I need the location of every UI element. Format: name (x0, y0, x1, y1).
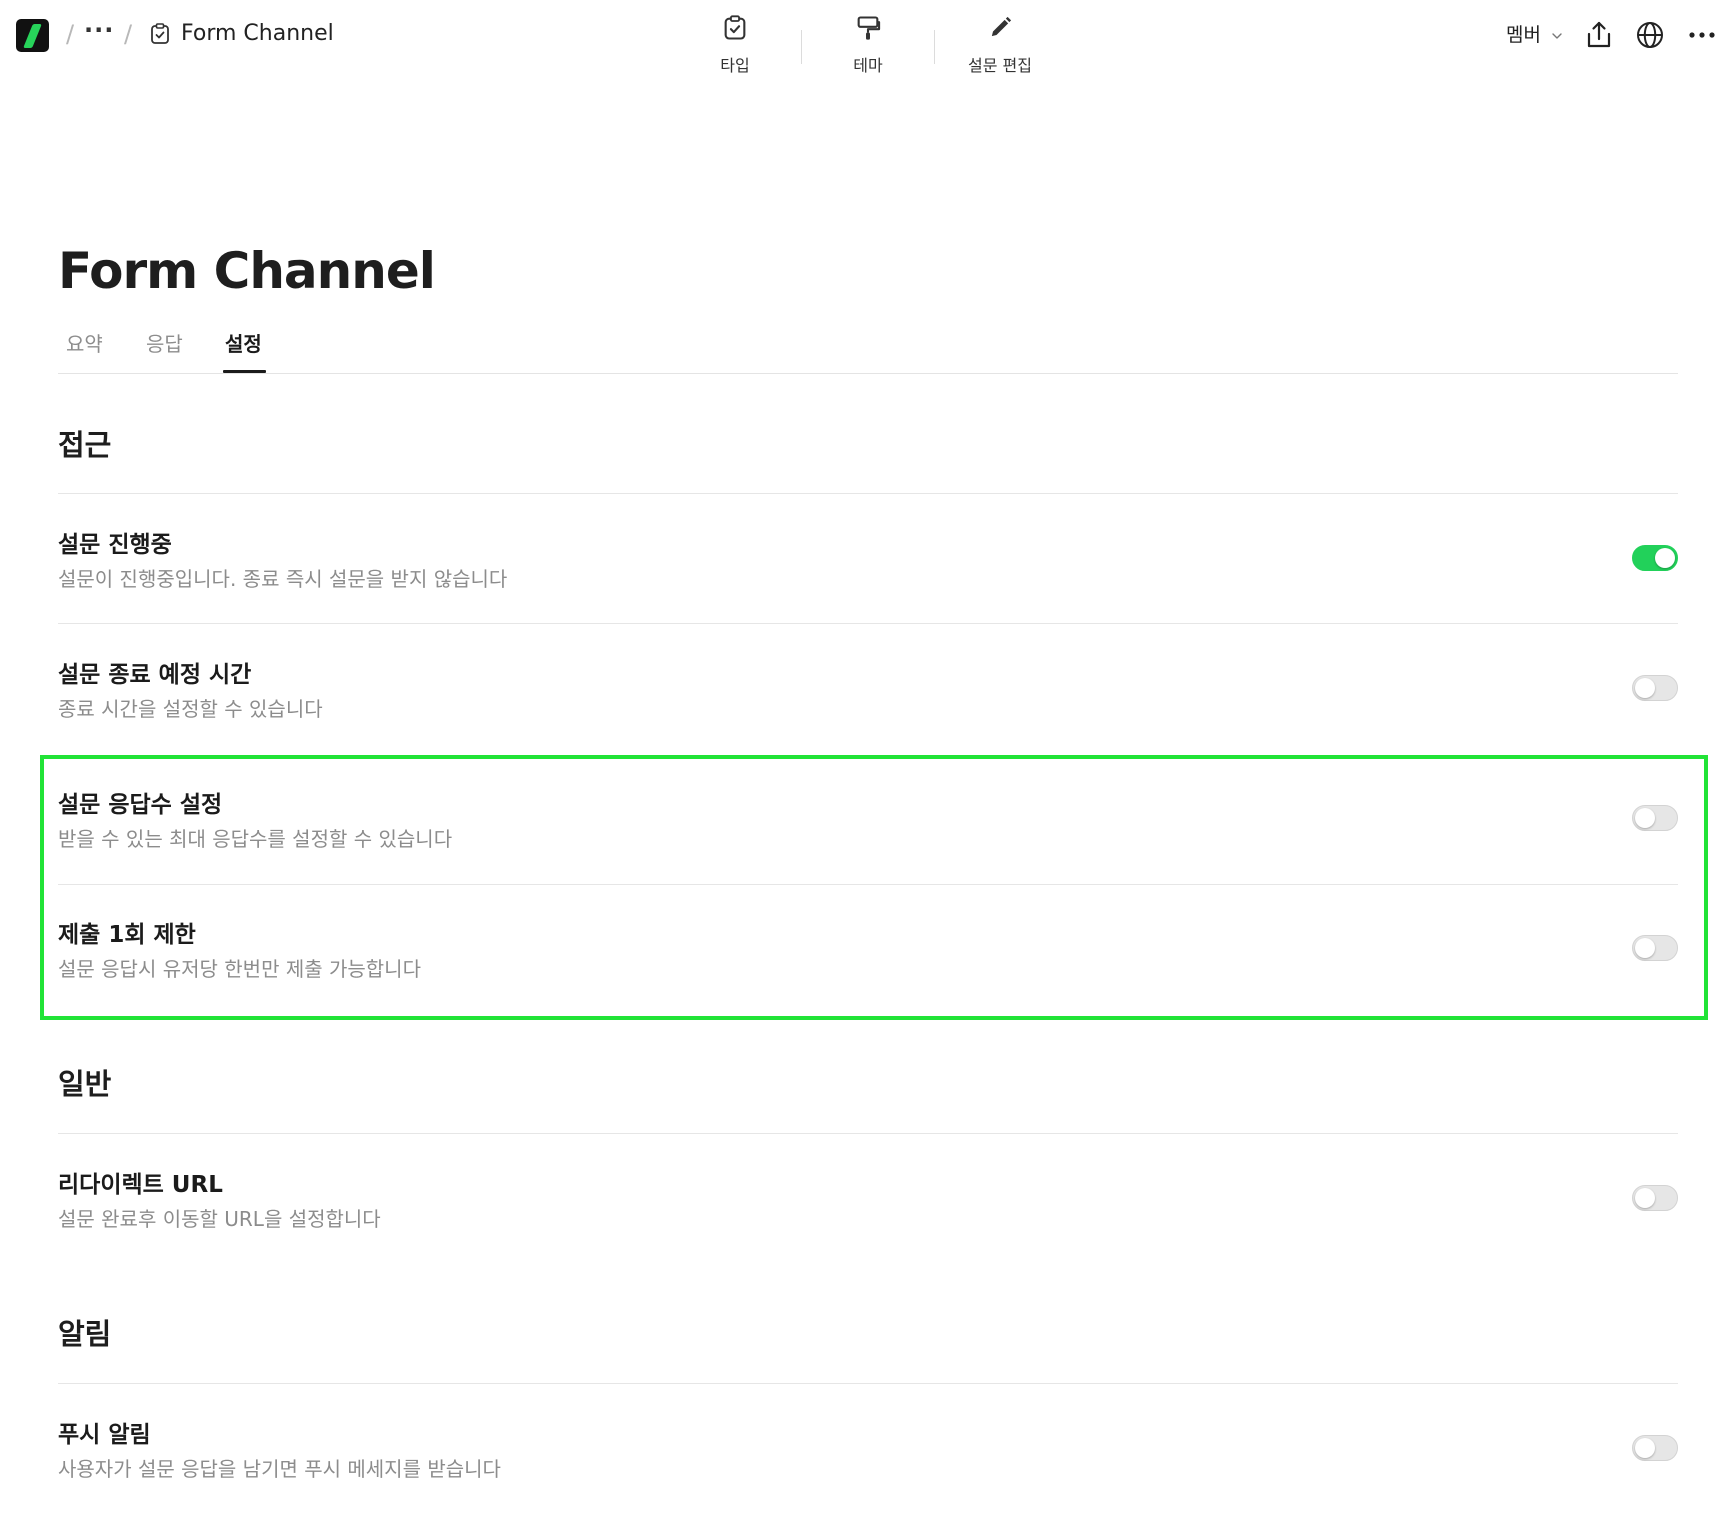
app-logo[interactable] (16, 19, 49, 52)
setting-title: 설문 종료 예정 시간 (58, 662, 252, 688)
member-label: 멤버 (1506, 24, 1541, 46)
setting-description: 설문이 진행중입니다. 종료 즉시 설문을 받지 않습니다 (58, 567, 508, 591)
section-title-access: 접근 (58, 428, 112, 462)
breadcrumb-more-button[interactable]: ··· (84, 16, 114, 44)
divider (58, 623, 1678, 624)
push-notify-toggle[interactable] (1632, 1435, 1678, 1461)
setting-row-response-limit: 설문 응답수 설정 받을 수 있는 최대 응답수를 설정할 수 있습니다 (58, 785, 1678, 905)
divider (58, 1133, 1678, 1134)
mode-tab-label: 타입 (720, 56, 750, 75)
mode-tab-type[interactable]: 타입 (675, 14, 795, 76)
setting-description: 설문 완료후 이동할 URL을 설정합니다 (58, 1207, 381, 1231)
section-title-notify: 알림 (58, 1317, 112, 1351)
setting-row-redirect-url: 리다이렉트 URL 설문 완료후 이동할 URL을 설정합니다 (58, 1165, 1678, 1285)
tab-summary[interactable]: 요약 (66, 328, 103, 357)
globe-icon[interactable] (1634, 19, 1666, 51)
form-doc-icon (151, 23, 169, 44)
toggle-knob (1635, 938, 1655, 958)
redirect-url-toggle[interactable] (1632, 1185, 1678, 1211)
paint-roller-icon (857, 16, 881, 40)
mode-tab-edit[interactable]: 설문 편집 (940, 14, 1060, 76)
divider (58, 493, 1678, 494)
active-tab-underline (223, 370, 266, 373)
toggle-knob (1655, 548, 1675, 568)
mode-divider (801, 30, 802, 64)
toggle-knob (1635, 808, 1655, 828)
share-upload-icon[interactable] (1583, 19, 1615, 51)
page-tabs: 요약 응답 설정 (58, 322, 1678, 374)
response-limit-toggle[interactable] (1632, 805, 1678, 831)
setting-row-push-notify: 푸시 알림 사용자가 설문 응답을 남기면 푸시 메세지를 받습니다 (58, 1415, 1678, 1528)
divider (58, 884, 1678, 885)
setting-title: 설문 응답수 설정 (58, 792, 223, 818)
toggle-knob (1635, 678, 1655, 698)
mode-tab-label: 설문 편집 (968, 56, 1032, 75)
divider (58, 1383, 1678, 1384)
setting-title: 설문 진행중 (58, 532, 172, 558)
mode-tab-theme[interactable]: 테마 (808, 14, 928, 76)
setting-row-single-submission: 제출 1회 제한 설문 응답시 유저당 한번만 제출 가능합니다 (58, 915, 1678, 1035)
setting-row-survey-active: 설문 진행중 설문이 진행중입니다. 종료 즉시 설문을 받지 않습니다 (58, 525, 1678, 645)
top-bar: / ··· / Form Channel 타입 테마 설문 편집 멤버 (0, 0, 1720, 100)
form-settings-page: / ··· / Form Channel 타입 테마 설문 편집 멤버 Form… (0, 0, 1720, 1528)
page-title: Form Channel (58, 242, 436, 300)
mode-divider (934, 30, 935, 64)
setting-description: 설문 응답시 유저당 한번만 제출 가능합니다 (58, 957, 421, 981)
setting-description: 사용자가 설문 응답을 남기면 푸시 메세지를 받습니다 (58, 1457, 501, 1481)
section-title-general: 일반 (58, 1067, 112, 1101)
more-options-icon[interactable] (1686, 19, 1718, 51)
single-submission-toggle[interactable] (1632, 935, 1678, 961)
clipboard-check-icon (724, 15, 746, 40)
mode-tab-label: 테마 (853, 56, 883, 75)
setting-title: 제출 1회 제한 (58, 922, 196, 948)
pencil-icon (991, 16, 1012, 37)
toggle-knob (1635, 1188, 1655, 1208)
setting-row-end-time: 설문 종료 예정 시간 종료 시간을 설정할 수 있습니다 (58, 655, 1678, 775)
breadcrumb-doc-title[interactable]: Form Channel (181, 21, 334, 46)
member-dropdown[interactable]: 멤버 (1506, 20, 1563, 47)
setting-title: 리다이렉트 URL (58, 1172, 223, 1198)
chevron-down-icon (1552, 32, 1562, 39)
setting-description: 종료 시간을 설정할 수 있습니다 (58, 697, 323, 721)
end-time-toggle[interactable] (1632, 675, 1678, 701)
tab-responses[interactable]: 응답 (146, 328, 183, 357)
tab-settings[interactable]: 설정 (225, 328, 262, 357)
breadcrumb-separator: / (124, 20, 133, 48)
toggle-knob (1635, 1438, 1655, 1458)
setting-title: 푸시 알림 (58, 1422, 151, 1448)
survey-active-toggle[interactable] (1632, 545, 1678, 571)
breadcrumb-separator: / (66, 20, 75, 48)
setting-description: 받을 수 있는 최대 응답수를 설정할 수 있습니다 (58, 827, 453, 851)
